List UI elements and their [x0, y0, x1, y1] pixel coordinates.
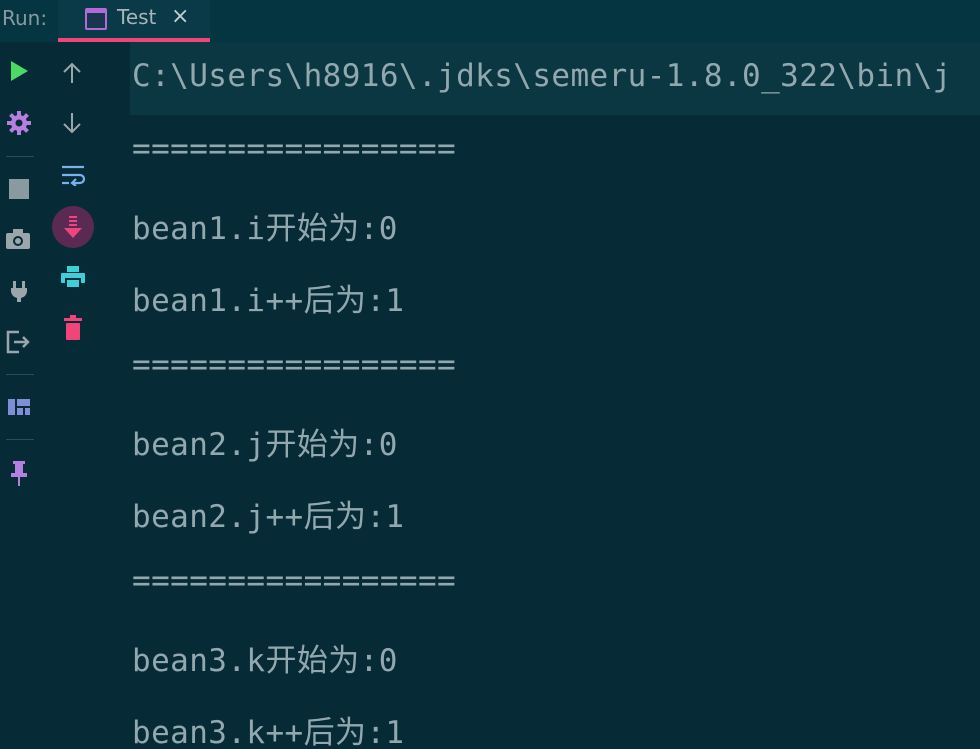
stop-button[interactable]	[6, 176, 32, 202]
settings-button[interactable]	[5, 109, 33, 137]
dump-threads-button[interactable]	[4, 226, 32, 252]
exit-button[interactable]	[4, 328, 32, 356]
scroll-to-end-icon	[64, 216, 82, 238]
tab-title: Test	[117, 5, 157, 29]
clear-all-button[interactable]	[61, 314, 85, 342]
attach-button[interactable]	[6, 278, 32, 304]
plug-icon	[11, 281, 27, 302]
console-line: =================	[132, 563, 457, 599]
run-toolbar-left	[0, 42, 36, 749]
settings-gear-icon	[7, 111, 31, 135]
toolbar-separator	[6, 439, 34, 440]
run-toolbar-right	[44, 42, 100, 749]
tab-test[interactable]: Test ×	[58, 0, 210, 42]
soft-wrap-button[interactable]	[59, 162, 87, 188]
run-label: Run:	[2, 6, 48, 30]
run-tool-window: Run: Test × C:\Users\h8916\.jdks\semeru-…	[0, 0, 980, 749]
console-line: bean2.j开始为:0	[132, 427, 398, 463]
console-line: bean1.i++后为:1	[132, 283, 405, 319]
stop-icon	[9, 179, 29, 199]
toolbar-separator	[6, 374, 34, 375]
exit-icon	[6, 330, 30, 354]
scroll-to-end-button[interactable]	[52, 206, 94, 248]
print-icon	[61, 266, 85, 289]
print-button[interactable]	[59, 264, 87, 290]
console-command-line: C:\Users\h8916\.jdks\semeru-1.8.0_322\bi…	[132, 58, 952, 94]
layout-icon	[8, 399, 30, 415]
console-line: =================	[132, 347, 457, 383]
run-tab-bar: Run: Test ×	[0, 0, 980, 42]
next-occurrence-button[interactable]	[60, 110, 84, 136]
close-icon[interactable]: ×	[171, 4, 189, 29]
camera-icon	[6, 229, 30, 249]
trash-icon	[64, 315, 82, 340]
console-line: bean3.k++后为:1	[132, 715, 405, 749]
console-line: =================	[132, 131, 457, 167]
previous-occurrence-button[interactable]	[60, 60, 84, 86]
arrow-up-icon	[63, 62, 81, 83]
layout-button[interactable]	[5, 394, 33, 420]
pin-icon	[11, 461, 27, 486]
soft-wrap-icon	[62, 165, 86, 186]
run-icon	[11, 61, 28, 81]
arrow-down-icon	[63, 113, 81, 134]
console-line: bean2.j++后为:1	[132, 499, 405, 535]
toolbar-separator	[6, 156, 34, 157]
console-line: bean3.k开始为:0	[132, 643, 398, 679]
console-line: bean1.i开始为:0	[132, 211, 398, 247]
pin-tab-button[interactable]	[6, 458, 32, 488]
rerun-button[interactable]	[6, 58, 32, 84]
application-window-icon	[85, 8, 107, 30]
console-output[interactable]: C:\Users\h8916\.jdks\semeru-1.8.0_322\bi…	[130, 42, 980, 749]
